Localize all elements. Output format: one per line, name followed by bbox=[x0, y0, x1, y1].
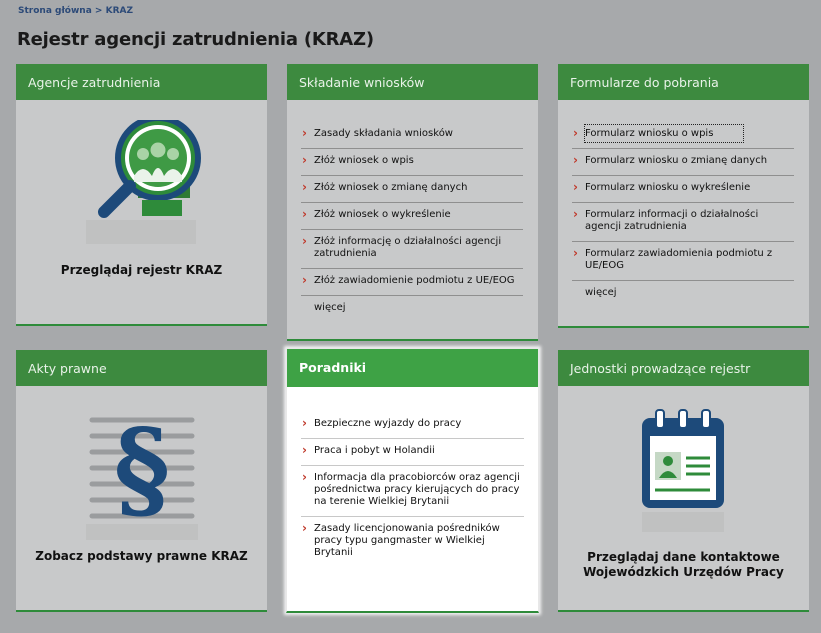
breadcrumb-home[interactable]: Strona główna bbox=[18, 6, 92, 16]
more-link[interactable]: więcej bbox=[572, 281, 794, 307]
list-item[interactable]: Informacja dla pracobiorców oraz agencji… bbox=[301, 466, 524, 517]
applications-list: Zasady składania wniosków Złóż wniosek o… bbox=[287, 122, 538, 322]
breadcrumb: Strona główna > KRAZ bbox=[18, 6, 133, 16]
card-applications-title[interactable]: Składanie wniosków bbox=[287, 64, 538, 100]
card-forms-title[interactable]: Formularze do pobrania bbox=[558, 64, 809, 100]
card-legal-title[interactable]: Akty prawne bbox=[16, 350, 267, 386]
page-title: Rejestr agencji zatrudnienia (KRAZ) bbox=[17, 29, 374, 50]
card-forms: Formularze do pobrania Formularz wniosku… bbox=[558, 64, 809, 328]
guides-list: Bezpieczne wyjazdy do pracy Praca i poby… bbox=[287, 412, 538, 567]
list-item[interactable]: Zasady licencjonowania pośredników pracy… bbox=[301, 517, 524, 567]
breadcrumb-current[interactable]: KRAZ bbox=[106, 6, 133, 16]
magnifier-people-icon bbox=[86, 120, 201, 244]
card-agencies-caption[interactable]: Przeglądaj rejestr KRAZ bbox=[16, 263, 267, 278]
list-item[interactable]: Formularz zawiadomienia podmiotu z UE/EO… bbox=[572, 242, 794, 281]
list-item[interactable]: Formularz wniosku o wykreślenie bbox=[572, 176, 794, 203]
svg-text:§: § bbox=[114, 406, 170, 532]
breadcrumb-separator: > bbox=[91, 6, 106, 16]
card-units-caption-line2: Wojewódzkich Urzędów Pracy bbox=[583, 565, 784, 579]
card-applications: Składanie wniosków Zasady składania wnio… bbox=[287, 64, 538, 341]
card-legal[interactable]: Akty prawne § Zobacz podstawy prawne KRA… bbox=[16, 350, 267, 612]
list-item[interactable]: Złóż zawiadomienie podmiotu z UE/EOG bbox=[301, 269, 523, 296]
calendar-contact-icon bbox=[642, 409, 724, 532]
list-item[interactable]: Formularz informacji o działalności agen… bbox=[572, 203, 794, 242]
list-item[interactable]: Formularz wniosku o wpis bbox=[572, 122, 794, 149]
list-item[interactable]: Formularz wniosku o zmianę danych bbox=[572, 149, 794, 176]
card-agencies-title[interactable]: Agencje zatrudnienia bbox=[16, 64, 267, 100]
list-item[interactable]: Złóż wniosek o wykreślenie bbox=[301, 203, 523, 230]
forms-list: Formularz wniosku o wpis Formularz wnios… bbox=[558, 122, 809, 307]
list-item[interactable]: Zasady składania wniosków bbox=[301, 122, 523, 149]
card-agencies[interactable]: Agencje zatrudnienia Przeglądaj rejestr … bbox=[16, 64, 267, 326]
paragraph-icon: § bbox=[86, 406, 198, 540]
more-link[interactable]: więcej bbox=[301, 296, 523, 322]
card-legal-caption[interactable]: Zobacz podstawy prawne KRAZ bbox=[16, 549, 267, 564]
card-guides-title[interactable]: Poradniki bbox=[287, 349, 538, 387]
list-item[interactable]: Bezpieczne wyjazdy do pracy bbox=[301, 412, 524, 439]
list-item[interactable]: Złóż wniosek o zmianę danych bbox=[301, 176, 523, 203]
card-units-caption-line1: Przeglądaj dane kontaktowe bbox=[587, 550, 780, 564]
card-units[interactable]: Jednostki prowadzące rejestr Przeglądaj … bbox=[558, 350, 809, 612]
card-units-title[interactable]: Jednostki prowadzące rejestr bbox=[558, 350, 809, 386]
list-item[interactable]: Praca i pobyt w Holandii bbox=[301, 439, 524, 466]
card-units-caption[interactable]: Przeglądaj dane kontaktowe Wojewódzkich … bbox=[558, 550, 809, 580]
card-guides: Poradniki Bezpieczne wyjazdy do pracy Pr… bbox=[286, 348, 539, 613]
list-item[interactable]: Złóż informację o działalności agencji z… bbox=[301, 230, 523, 269]
list-item[interactable]: Złóż wniosek o wpis bbox=[301, 149, 523, 176]
